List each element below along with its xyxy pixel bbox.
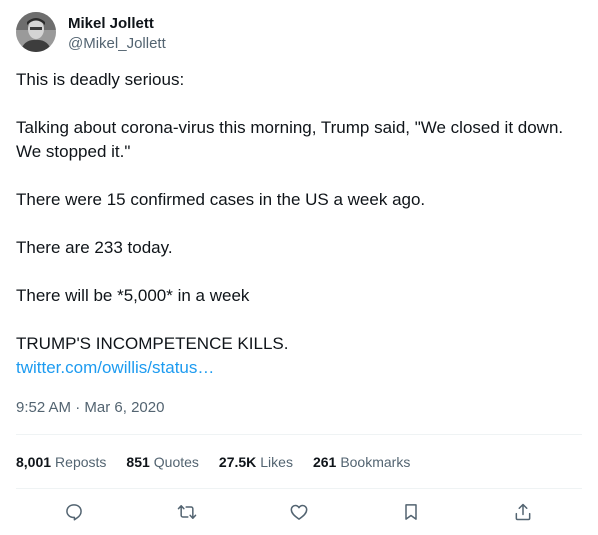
likes-stat[interactable]: 27.5K Likes	[219, 452, 293, 472]
avatar[interactable]	[16, 12, 56, 52]
tweet-paragraph: There were 15 confirmed cases in the US …	[16, 190, 426, 209]
like-button[interactable]	[287, 500, 311, 524]
reposts-count: 8,001	[16, 454, 52, 470]
tweet-date[interactable]: Mar 6, 2020	[84, 399, 164, 416]
author-handle[interactable]: @Mikel_Jollett	[68, 34, 166, 54]
quotes-label: Quotes	[153, 454, 199, 470]
reposts-stat[interactable]: 8,001 Reposts	[16, 452, 106, 472]
bookmarks-label: Bookmarks	[340, 454, 411, 470]
tweet-paragraph: This is deadly serious:	[16, 70, 185, 89]
quotes-count: 851	[126, 454, 150, 470]
action-bar	[0, 500, 598, 524]
tweet-paragraph: Talking about corona-virus this morning,…	[16, 118, 564, 161]
author-display-name[interactable]: Mikel Jollett	[68, 14, 166, 34]
author-names: Mikel Jollett @Mikel_Jollett	[68, 14, 166, 54]
divider	[16, 434, 582, 435]
tweet-time[interactable]: 9:52 AM	[16, 399, 71, 416]
share-icon	[515, 503, 531, 521]
repost-button[interactable]	[175, 500, 199, 524]
tweet-header: Mikel Jollett @Mikel_Jollett	[16, 12, 166, 54]
tweet-paragraph: There will be *5,000* in a week	[16, 286, 250, 305]
bookmark-button[interactable]	[399, 500, 423, 524]
bookmark-icon	[405, 504, 417, 520]
tweet-paragraph: There are 233 today.	[16, 238, 173, 257]
tweet-link[interactable]: twitter.com/owillis/status…	[16, 358, 214, 377]
reposts-label: Reposts	[55, 454, 107, 470]
bookmarks-stat[interactable]: 261 Bookmarks	[313, 452, 410, 472]
repost-icon	[177, 505, 197, 519]
tweet-text: This is deadly serious: Talking about co…	[16, 68, 582, 380]
divider	[16, 488, 582, 489]
avatar-photo-icon	[16, 12, 56, 52]
likes-count: 27.5K	[218, 454, 257, 470]
tweet-card: Mikel Jollett @Mikel_Jollett This is dea…	[0, 0, 598, 535]
like-icon	[290, 504, 308, 520]
reply-button[interactable]	[62, 500, 86, 524]
quotes-stat[interactable]: 851 Quotes	[126, 452, 199, 472]
bookmarks-count: 261	[312, 454, 337, 470]
likes-label: Likes	[260, 454, 293, 470]
timestamp-separator: ·	[71, 399, 85, 416]
tweet-timestamp: 9:52 AM · Mar 6, 2020	[16, 398, 164, 418]
reply-icon	[66, 504, 82, 521]
tweet-paragraph: TRUMP'S INCOMPETENCE KILLS.	[16, 334, 289, 353]
tweet-stats: 8,001 Reposts 851 Quotes 27.5K Likes 261 Boo…	[16, 452, 430, 472]
share-button[interactable]	[511, 500, 535, 524]
